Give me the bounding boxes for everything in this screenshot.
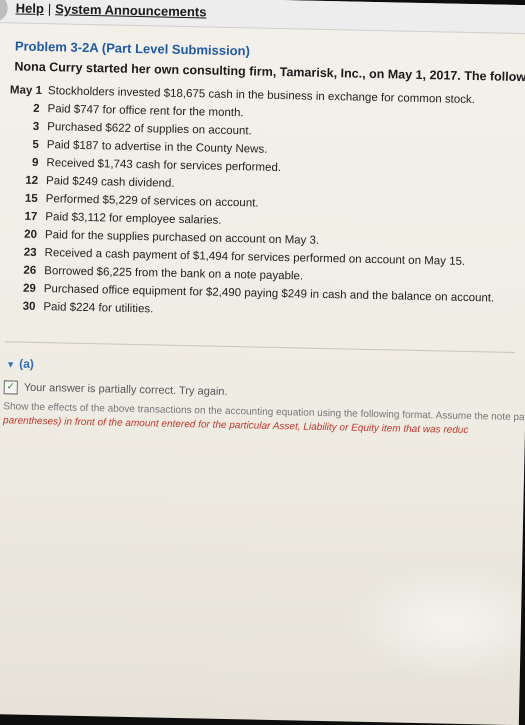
transaction-date: May 1 (9, 84, 43, 98)
instruction-text: Show the effects of the above transactio… (3, 400, 525, 439)
transaction-date: 23 (23, 246, 37, 259)
transaction-date: 9 (31, 156, 39, 169)
screen: Help | System Announcements Problem 3-2A (… (0, 0, 525, 725)
transaction-date: 15 (24, 192, 38, 205)
system-announcements-link[interactable]: System Announcements (55, 1, 207, 19)
top-bar: Help | System Announcements (0, 0, 525, 35)
screen-glare (339, 561, 525, 686)
transaction-date: 12 (25, 174, 39, 187)
link-separator: | (47, 1, 52, 17)
problem-content: Problem 3-2A (Part Level Submission) Non… (3, 38, 525, 439)
transaction-date: 3 (32, 120, 40, 133)
top-links: Help | System Announcements (16, 0, 207, 19)
transaction-text: Paid $224 for utilities. (43, 301, 154, 316)
problem-intro: Nona Curry started her own consulting fi… (14, 59, 525, 87)
section-divider (4, 341, 515, 353)
transaction-date: 29 (22, 282, 36, 295)
partial-check-icon: ✓ (3, 380, 18, 395)
transaction-date: 20 (24, 228, 38, 241)
answer-status-text: Your answer is partially correct. Try ag… (23, 381, 228, 398)
transaction-date: 26 (23, 264, 37, 277)
part-a-label: (a) (19, 356, 35, 371)
window-edge (0, 0, 8, 23)
transaction-date: 17 (24, 210, 38, 223)
triangle-down-icon: ▼ (6, 359, 16, 370)
transaction-date: 5 (32, 138, 39, 151)
transaction-date: 2 (33, 102, 40, 115)
transaction-list: May 1 Stockholders invested $18,675 cash … (5, 81, 520, 326)
help-link[interactable]: Help (16, 0, 44, 16)
transaction-date: 30 (22, 300, 36, 313)
part-a-toggle[interactable]: ▼ (a) (6, 356, 514, 381)
